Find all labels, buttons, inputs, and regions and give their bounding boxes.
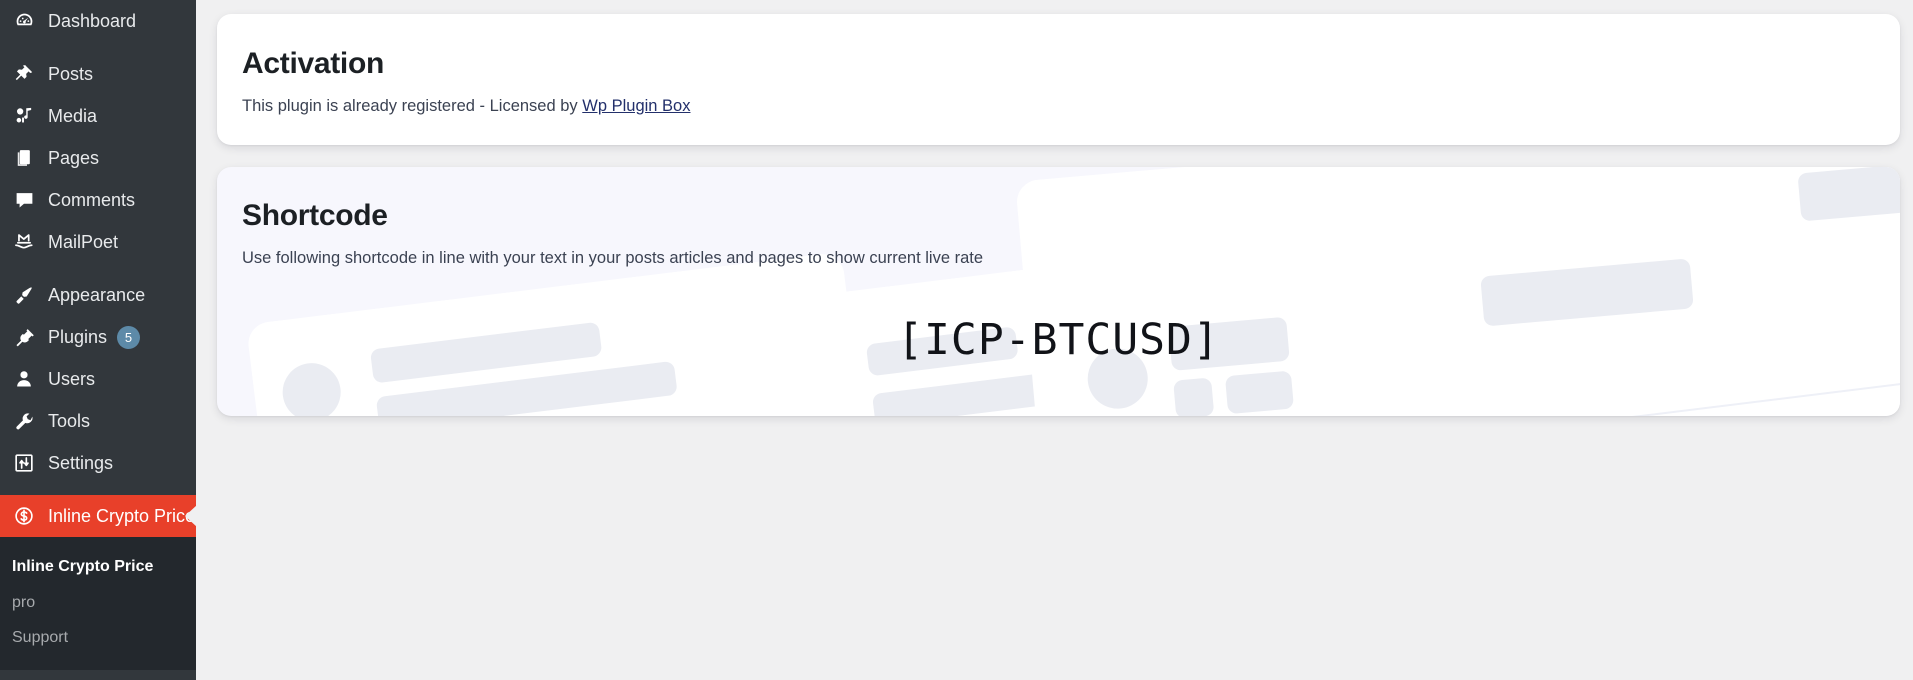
activation-card: Activation This plugin is already regist… — [217, 14, 1900, 145]
submenu-item-pro[interactable]: pro — [0, 585, 196, 621]
brush-icon — [9, 285, 39, 306]
sidebar-item-plugins[interactable]: Plugins 5 — [0, 316, 196, 358]
sidebar-divider — [0, 484, 196, 495]
user-icon — [9, 369, 39, 389]
wp-plugin-box-link[interactable]: Wp Plugin Box — [582, 97, 690, 115]
sidebar-item-dashboard[interactable]: Dashboard — [0, 0, 196, 42]
admin-screen: Dashboard Posts Media Pages Comments Mai… — [0, 0, 1913, 680]
active-menu-pointer-icon — [185, 505, 197, 527]
activation-description-text: This plugin is already registered - Lice… — [242, 97, 583, 115]
sidebar-item-label: Media — [48, 106, 98, 126]
sidebar-item-mailpoet[interactable]: MailPoet — [0, 221, 196, 263]
sidebar-item-label: Tools — [48, 411, 91, 431]
sidebar-item-settings[interactable]: Settings — [0, 442, 196, 484]
sidebar-divider — [0, 263, 196, 274]
sidebar-item-pages[interactable]: Pages — [0, 137, 196, 179]
sidebar-item-label: Users — [48, 369, 96, 389]
sidebar-item-comments[interactable]: Comments — [0, 179, 196, 221]
dashboard-icon — [9, 11, 39, 32]
shortcode-title: Shortcode — [242, 199, 388, 232]
comment-icon — [9, 190, 39, 211]
sidebar-item-label: MailPoet — [48, 232, 119, 252]
sidebar-submenu-inline-crypto-price: Inline Crypto Price pro Support — [0, 537, 196, 670]
shortcode-card: Shortcode Use following shortcode in lin… — [217, 167, 1900, 416]
sidebar-item-users[interactable]: Users — [0, 358, 196, 400]
sidebar-item-label: Pages — [48, 148, 100, 168]
pages-icon — [9, 148, 39, 168]
sidebar-divider — [0, 42, 196, 53]
sidebar-item-tools[interactable]: Tools — [0, 400, 196, 442]
pin-icon — [9, 64, 39, 84]
media-icon — [9, 106, 39, 127]
sidebar-item-inline-crypto-price[interactable]: Inline Crypto Price — [0, 495, 197, 537]
settings-icon — [9, 453, 39, 473]
sidebar-item-label: Posts — [48, 64, 94, 84]
sidebar-item-label: Settings — [48, 453, 114, 473]
sidebar-item-label: Dashboard — [48, 11, 137, 31]
sidebar-item-label: Plugins — [48, 327, 108, 347]
wrench-icon — [9, 411, 39, 432]
main-content: Activation This plugin is already regist… — [196, 0, 1913, 680]
submenu-item-inline-crypto-price[interactable]: Inline Crypto Price — [0, 549, 196, 585]
sidebar-item-appearance[interactable]: Appearance — [0, 274, 196, 316]
plugins-update-badge: 5 — [117, 325, 141, 349]
submenu-item-support[interactable]: Support — [0, 620, 196, 656]
activation-title: Activation — [242, 47, 385, 80]
sidebar-item-label: Inline Crypto Price — [48, 506, 196, 526]
shortcode-value[interactable]: [ICP-BTCUSD] — [217, 319, 1900, 362]
sidebar-item-posts[interactable]: Posts — [0, 53, 196, 95]
mailpoet-icon — [9, 231, 39, 253]
dollar-circle-icon — [9, 505, 39, 527]
sidebar-item-media[interactable]: Media — [0, 95, 196, 137]
shortcode-description: Use following shortcode in line with you… — [242, 249, 984, 267]
plug-icon — [9, 327, 39, 348]
activation-description: This plugin is already registered - Lice… — [242, 97, 1900, 117]
admin-sidebar: Dashboard Posts Media Pages Comments Mai… — [0, 0, 197, 680]
sidebar-item-label: Appearance — [48, 285, 146, 305]
sidebar-item-label: Comments — [48, 190, 136, 210]
